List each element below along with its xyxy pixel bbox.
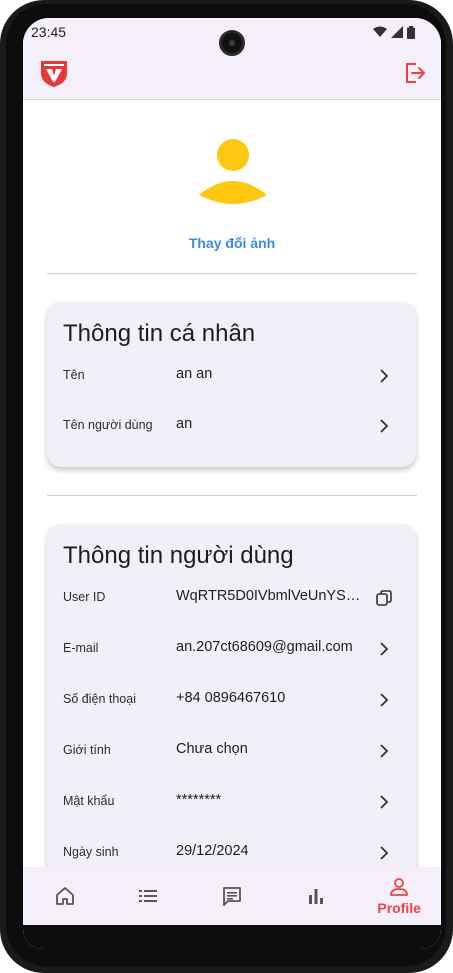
bar-chart-icon bbox=[308, 889, 323, 904]
name-row[interactable]: Tên an an bbox=[47, 364, 416, 388]
profile-content[interactable]: Thay đổi ảnh Thông tin cá nhân Tên an an… bbox=[23, 101, 441, 867]
nav-stats[interactable] bbox=[274, 867, 358, 925]
user-info-title: Thông tin người dùng bbox=[63, 542, 294, 569]
section-divider bbox=[47, 273, 417, 274]
row-value: an.207ct68609@gmail.com bbox=[176, 639, 353, 655]
email-row[interactable]: E-mail an.207ct68609@gmail.com bbox=[47, 637, 416, 661]
chevron-right-icon[interactable] bbox=[374, 690, 394, 710]
user-info-card: Thông tin người dùng User ID WqRTR5D0IVb… bbox=[47, 524, 416, 867]
birthday-row[interactable]: Ngày sinh 29/12/2024 bbox=[47, 841, 416, 865]
row-label: Tên người dùng bbox=[63, 418, 153, 432]
row-label: E-mail bbox=[63, 641, 99, 655]
nav-home[interactable] bbox=[23, 867, 107, 925]
status-time: 23:45 bbox=[31, 24, 67, 40]
username-row[interactable]: Tên người dùng an bbox=[47, 414, 416, 438]
shield-logo-icon bbox=[41, 60, 67, 87]
profile-icon bbox=[390, 878, 409, 896]
chevron-right-icon[interactable] bbox=[374, 416, 394, 436]
list-icon bbox=[139, 890, 158, 902]
chevron-right-icon[interactable] bbox=[374, 639, 394, 659]
battery-icon bbox=[407, 25, 415, 39]
chevron-right-icon[interactable] bbox=[374, 843, 394, 863]
row-label: Giới tính bbox=[63, 743, 111, 757]
row-value: an an bbox=[176, 366, 213, 382]
row-value: 29/12/2024 bbox=[176, 843, 249, 859]
chevron-right-icon[interactable] bbox=[374, 792, 394, 812]
row-label: Số điện thoại bbox=[63, 692, 136, 706]
section-divider bbox=[47, 495, 417, 496]
wifi-icon bbox=[373, 26, 387, 37]
row-label: Tên bbox=[63, 368, 85, 382]
gender-row[interactable]: Giới tính Chưa chọn bbox=[47, 739, 416, 763]
avatar-icon[interactable] bbox=[197, 137, 269, 209]
gesture-area bbox=[23, 925, 441, 949]
row-value: ******** bbox=[176, 792, 222, 808]
nav-profile[interactable]: Profile bbox=[357, 867, 441, 925]
nav-messages[interactable] bbox=[190, 867, 274, 925]
row-value: an bbox=[176, 416, 193, 432]
personal-info-title: Thông tin cá nhân bbox=[63, 320, 256, 347]
row-label: User ID bbox=[63, 590, 106, 604]
device-bezel: 23:45 Thay đổi ảnh Thông tin cá nhân Tên… bbox=[6, 4, 446, 966]
bottom-nav: Profile bbox=[23, 867, 441, 925]
row-value: Chưa chọn bbox=[176, 741, 248, 757]
nav-profile-label: Profile bbox=[377, 900, 421, 916]
logout-icon[interactable] bbox=[403, 61, 427, 85]
signal-icon bbox=[391, 26, 403, 38]
copy-icon[interactable] bbox=[374, 588, 394, 608]
status-icons bbox=[373, 25, 415, 39]
phone-screen: 23:45 Thay đổi ảnh Thông tin cá nhân Tên… bbox=[23, 18, 441, 949]
change-photo-link[interactable]: Thay đổi ảnh bbox=[23, 235, 441, 251]
user-id-row[interactable]: User ID WqRTR5D0IVbmlVeUnYSO… bbox=[47, 586, 416, 610]
personal-info-card: Thông tin cá nhân Tên an an Tên người dù… bbox=[47, 302, 416, 467]
password-row[interactable]: Mật khẩu ******** bbox=[47, 790, 416, 814]
chevron-right-icon[interactable] bbox=[374, 741, 394, 761]
nav-list[interactable] bbox=[107, 867, 191, 925]
message-icon bbox=[223, 887, 241, 906]
home-icon bbox=[55, 887, 74, 905]
row-value: +84 0896467610 bbox=[176, 690, 286, 706]
device-frame: 23:45 Thay đổi ảnh Thông tin cá nhân Tên… bbox=[0, 0, 453, 973]
row-label: Mật khẩu bbox=[63, 794, 115, 808]
row-value: WqRTR5D0IVbmlVeUnYSO… bbox=[176, 588, 362, 604]
chevron-right-icon[interactable] bbox=[374, 366, 394, 386]
phone-row[interactable]: Số điện thoại +84 0896467610 bbox=[47, 688, 416, 712]
row-label: Ngày sinh bbox=[63, 845, 119, 859]
front-camera bbox=[219, 30, 245, 56]
